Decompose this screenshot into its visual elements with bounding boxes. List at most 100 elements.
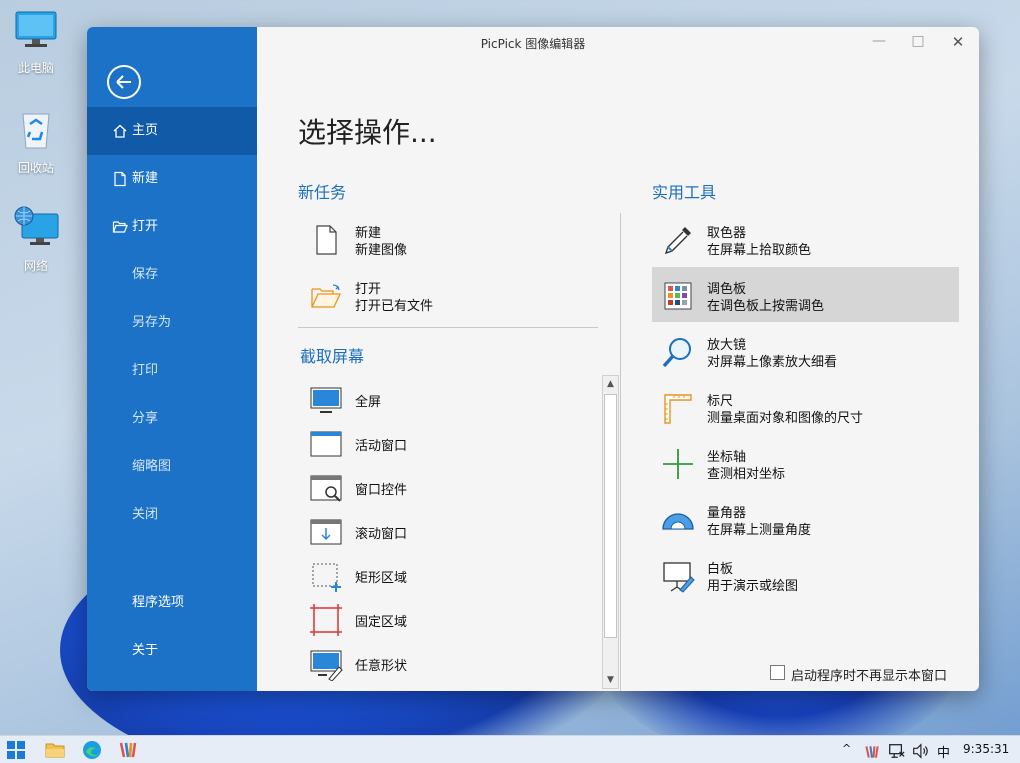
tool-palette[interactable]: 调色板 在调色板上按需调色 — [655, 275, 955, 325]
whiteboard-icon — [663, 562, 695, 593]
sidebar-item-label: 新建 — [132, 171, 159, 186]
sidebar-item-save-as[interactable]: 另存为 — [87, 299, 257, 347]
ime-indicator[interactable]: 中 — [937, 742, 950, 761]
capture-window-control-item[interactable]: 窗口控件 — [303, 467, 593, 507]
new-image-item[interactable]: 新建 新建图像 — [303, 219, 593, 269]
minimize-button[interactable]: — — [867, 33, 891, 53]
tool-color-picker[interactable]: 取色器 在屏幕上拾取颜色 — [655, 219, 955, 269]
item-desc: 测量桌面对象和图像的尺寸 — [707, 411, 864, 426]
capture-fullscreen-item[interactable]: 全屏 — [303, 379, 593, 419]
active-window-icon — [310, 431, 342, 457]
desktop-icon-network[interactable]: 网络 — [4, 206, 68, 274]
palette-grid-icon — [664, 282, 692, 310]
sidebar-item-options[interactable]: 程序选项 — [87, 579, 257, 627]
taskbar: ^ 中 9:35:31 — [0, 735, 1020, 763]
page-title: 选择操作... — [298, 116, 437, 149]
picpick-window: 主页 新建 打开 保存 另存为 打印 分享 缩略图 关闭 程序选项 关于 Pic… — [87, 27, 979, 691]
desktop-icon-recycle-bin[interactable]: 回收站 — [4, 108, 68, 176]
item-desc: 在调色板上按需调色 — [707, 299, 825, 314]
item-desc: 在屏幕上测量角度 — [707, 523, 812, 538]
tool-whiteboard[interactable]: 白板 用于演示或绘图 — [655, 555, 955, 605]
tool-magnifier[interactable]: 放大镜 对屏幕上像素放大细看 — [655, 331, 955, 381]
item-desc: 打开已有文件 — [355, 299, 434, 314]
sidebar-item-print[interactable]: 打印 — [87, 347, 257, 395]
item-label: 全屏 — [355, 395, 382, 410]
item-desc: 查测相对坐标 — [707, 467, 786, 482]
sidebar-item-label: 打开 — [132, 219, 159, 234]
item-label: 活动窗口 — [355, 439, 408, 454]
close-button[interactable]: ✕ — [946, 33, 970, 53]
item-desc: 用于演示或绘图 — [707, 579, 799, 594]
start-icon[interactable] — [6, 740, 26, 760]
protractor-icon — [662, 513, 694, 530]
sidebar-item-open[interactable]: 打开 — [87, 203, 257, 251]
rectangle-region-icon — [312, 563, 341, 592]
network-status-icon[interactable] — [887, 741, 905, 761]
picpick-taskbar-icon[interactable] — [118, 740, 138, 760]
file-explorer-icon[interactable] — [45, 740, 65, 760]
capture-fixed-region-item[interactable]: 固定区域 — [303, 599, 593, 639]
section-tools-title: 实用工具 — [652, 183, 717, 202]
capture-scrolling-window-item[interactable]: 滚动窗口 — [303, 511, 593, 551]
tool-protractor[interactable]: 量角器 在屏幕上测量角度 — [655, 499, 955, 549]
capture-active-window-item[interactable]: 活动窗口 — [303, 423, 593, 463]
sidebar-item-share[interactable]: 分享 — [87, 395, 257, 443]
arrow-left-icon — [116, 75, 131, 89]
freehand-icon — [310, 650, 343, 681]
tray-overflow-chevron-icon[interactable]: ^ — [842, 742, 851, 755]
capture-freehand-item[interactable]: 任意形状 — [303, 643, 593, 683]
monitor-icon — [310, 387, 342, 413]
sidebar-item-label: 打印 — [132, 363, 159, 378]
crosshair-icon — [663, 449, 693, 479]
ruler-icon — [664, 394, 692, 424]
computer-icon — [15, 11, 57, 47]
item-label: 窗口控件 — [355, 483, 408, 498]
sidebar-item-label: 分享 — [132, 411, 159, 426]
window-control-icon — [310, 475, 342, 502]
section-divider — [298, 327, 598, 328]
sidebar-item-label: 保存 — [132, 267, 159, 282]
recycle-bin-icon — [22, 113, 50, 149]
sidebar: 主页 新建 打开 保存 另存为 打印 分享 缩略图 关闭 程序选项 关于 — [87, 27, 257, 691]
tool-ruler[interactable]: 标尺 测量桌面对象和图像的尺寸 — [655, 387, 955, 437]
back-button[interactable] — [107, 65, 141, 99]
scroll-up-button[interactable]: ▲ — [603, 376, 618, 392]
edge-icon[interactable] — [82, 740, 102, 760]
sidebar-item-close[interactable]: 关闭 — [87, 491, 257, 539]
item-label: 任意形状 — [355, 659, 408, 674]
eyedropper-icon — [664, 227, 691, 255]
picpick-tray-icon[interactable] — [864, 742, 880, 762]
section-capture-title: 截取屏幕 — [300, 347, 365, 366]
capture-scrollbar[interactable]: ▲ ▼ — [602, 375, 619, 689]
item-desc: 新建图像 — [355, 243, 408, 258]
sidebar-item-about[interactable]: 关于 — [87, 627, 257, 675]
item-label: 矩形区域 — [355, 571, 408, 586]
column-divider — [620, 213, 621, 691]
folder-open-icon — [112, 221, 128, 233]
tool-crosshair[interactable]: 坐标轴 查测相对坐标 — [655, 443, 955, 493]
volume-icon[interactable] — [911, 741, 929, 761]
scrolling-window-icon — [310, 519, 342, 545]
open-file-item[interactable]: 打开 打开已有文件 — [303, 275, 593, 325]
sidebar-item-label: 关于 — [132, 643, 159, 658]
sidebar-item-save[interactable]: 保存 — [87, 251, 257, 299]
startup-checkbox[interactable] — [770, 665, 785, 680]
desktop-icon-this-pc[interactable]: 此电脑 — [4, 10, 68, 76]
document-icon — [114, 171, 126, 187]
folder-open-icon — [311, 284, 342, 308]
network-icon — [14, 206, 59, 245]
maximize-button[interactable]: □ — [906, 33, 930, 53]
scroll-thumb[interactable] — [604, 394, 617, 638]
sidebar-item-thumbnails[interactable]: 缩略图 — [87, 443, 257, 491]
desktop-icon-label: 此电脑 — [17, 61, 54, 75]
scroll-down-button[interactable]: ▼ — [603, 672, 618, 688]
clock[interactable]: 9:35:31 — [963, 742, 1009, 756]
sidebar-item-home[interactable]: 主页 — [87, 107, 257, 155]
section-new-task-title: 新任务 — [298, 183, 347, 202]
capture-region-item[interactable]: 矩形区域 — [303, 555, 593, 595]
sidebar-item-label: 程序选项 — [132, 595, 185, 610]
startup-checkbox-label: 启动程序时不再显示本窗口 — [791, 669, 948, 684]
home-icon — [113, 124, 127, 138]
sidebar-item-new[interactable]: 新建 — [87, 155, 257, 203]
fixed-region-icon — [310, 604, 342, 636]
